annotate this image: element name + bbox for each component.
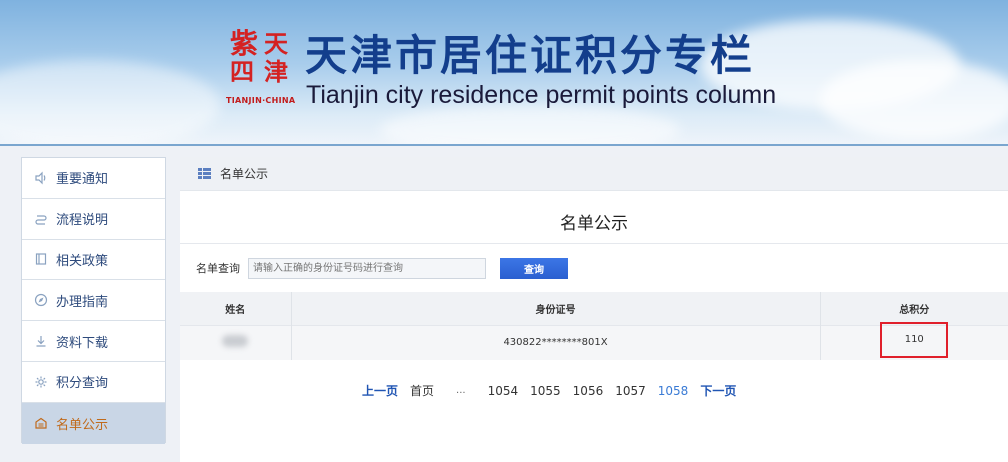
cloud-decoration	[820, 60, 1008, 140]
id-cell: 430822********801X	[291, 324, 821, 360]
breadcrumb: 名单公示	[180, 157, 1008, 191]
download-icon	[34, 334, 48, 348]
sidebar-item-label: 相关政策	[56, 253, 109, 269]
points-cell: 110	[820, 321, 1008, 360]
seal-char: 津	[264, 57, 288, 86]
sidebar-item-notices[interactable]: 重要通知	[22, 158, 165, 199]
table-row: 430822********801X 110	[180, 321, 1008, 360]
building-icon	[34, 416, 48, 430]
sidebar-item-guide[interactable]: 办理指南	[22, 280, 165, 322]
id-search-input[interactable]	[248, 257, 486, 279]
sidebar-item-points-query[interactable]: 积分查询	[22, 362, 165, 403]
sidebar-item-list-publication[interactable]: 名单公示	[22, 402, 165, 444]
cloud-decoration	[0, 60, 220, 144]
column-header-id: 身份证号	[291, 292, 821, 325]
cloud-decoration	[380, 105, 680, 144]
sidebar-item-label: 积分查询	[56, 376, 109, 392]
page-link[interactable]: 1057	[615, 384, 646, 398]
sidebar-item-downloads[interactable]: 资料下载	[22, 321, 165, 362]
sidebar-item-process[interactable]: 流程说明	[22, 199, 165, 240]
highlighted-points: 110	[880, 321, 949, 358]
first-page-link[interactable]: 首页	[410, 382, 434, 399]
page-header: 紫 天 四 津 TIANJIN·CHINA 天津市居住证积分专栏 Tianjin…	[0, 0, 1008, 146]
breadcrumb-label: 名单公示	[220, 167, 269, 181]
prev-page-link[interactable]: 上一页	[362, 382, 398, 399]
pagination: 上一页 首页 ... 1054 1055 1056 1057 1058 下一页	[180, 382, 1008, 399]
pager-ellipsis: ...	[456, 385, 466, 396]
seal-char: 紫	[230, 27, 259, 60]
gear-icon	[34, 375, 48, 389]
column-header-points: 总积分	[820, 292, 1008, 325]
speaker-icon	[34, 171, 48, 185]
current-page[interactable]: 1058	[658, 384, 689, 398]
sidebar-nav: 重要通知 流程说明 相关政策 办理指南 资料下载 积分查询 名单公示	[21, 157, 166, 444]
query-label: 名单查询	[196, 262, 240, 275]
query-bar: 名单查询 查询	[180, 244, 1008, 292]
compass-icon	[34, 293, 48, 307]
results-table: 姓名 身份证号 总积分 430822********801X 110	[180, 292, 1008, 360]
document-icon	[34, 252, 48, 266]
page-link[interactable]: 1056	[573, 384, 604, 398]
site-title-en: Tianjin city residence permit points col…	[306, 81, 777, 109]
query-button[interactable]: 查询	[500, 257, 568, 279]
sidebar-item-label: 名单公示	[56, 417, 109, 433]
seal-char: 天	[264, 29, 288, 58]
redacted-name	[222, 335, 249, 348]
name-cell	[180, 324, 292, 360]
sidebar-item-label: 资料下载	[56, 335, 109, 351]
page-link[interactable]: 1055	[530, 384, 561, 398]
tianjin-seal-logo: 紫 天 四 津	[228, 30, 296, 92]
sidebar-item-label: 流程说明	[56, 213, 109, 229]
column-header-name: 姓名	[180, 292, 292, 325]
seal-caption: TIANJIN·CHINA	[226, 96, 296, 105]
page-link[interactable]: 1054	[488, 384, 519, 398]
next-page-link[interactable]: 下一页	[700, 382, 736, 399]
main-panel: 名单公示 名单公示 名单查询 查询 姓名 身份证号 总积分 430822****…	[180, 157, 1008, 462]
sidebar-item-label: 重要通知	[56, 172, 109, 188]
sidebar-item-policy[interactable]: 相关政策	[22, 240, 165, 281]
page-title: 名单公示	[560, 214, 628, 234]
seal-char: 四	[230, 57, 254, 86]
sidebar-item-label: 办理指南	[56, 294, 109, 310]
flow-icon	[34, 212, 48, 226]
list-grid-icon	[198, 167, 211, 180]
site-title-cn: 天津市居住证积分专栏	[305, 31, 756, 80]
